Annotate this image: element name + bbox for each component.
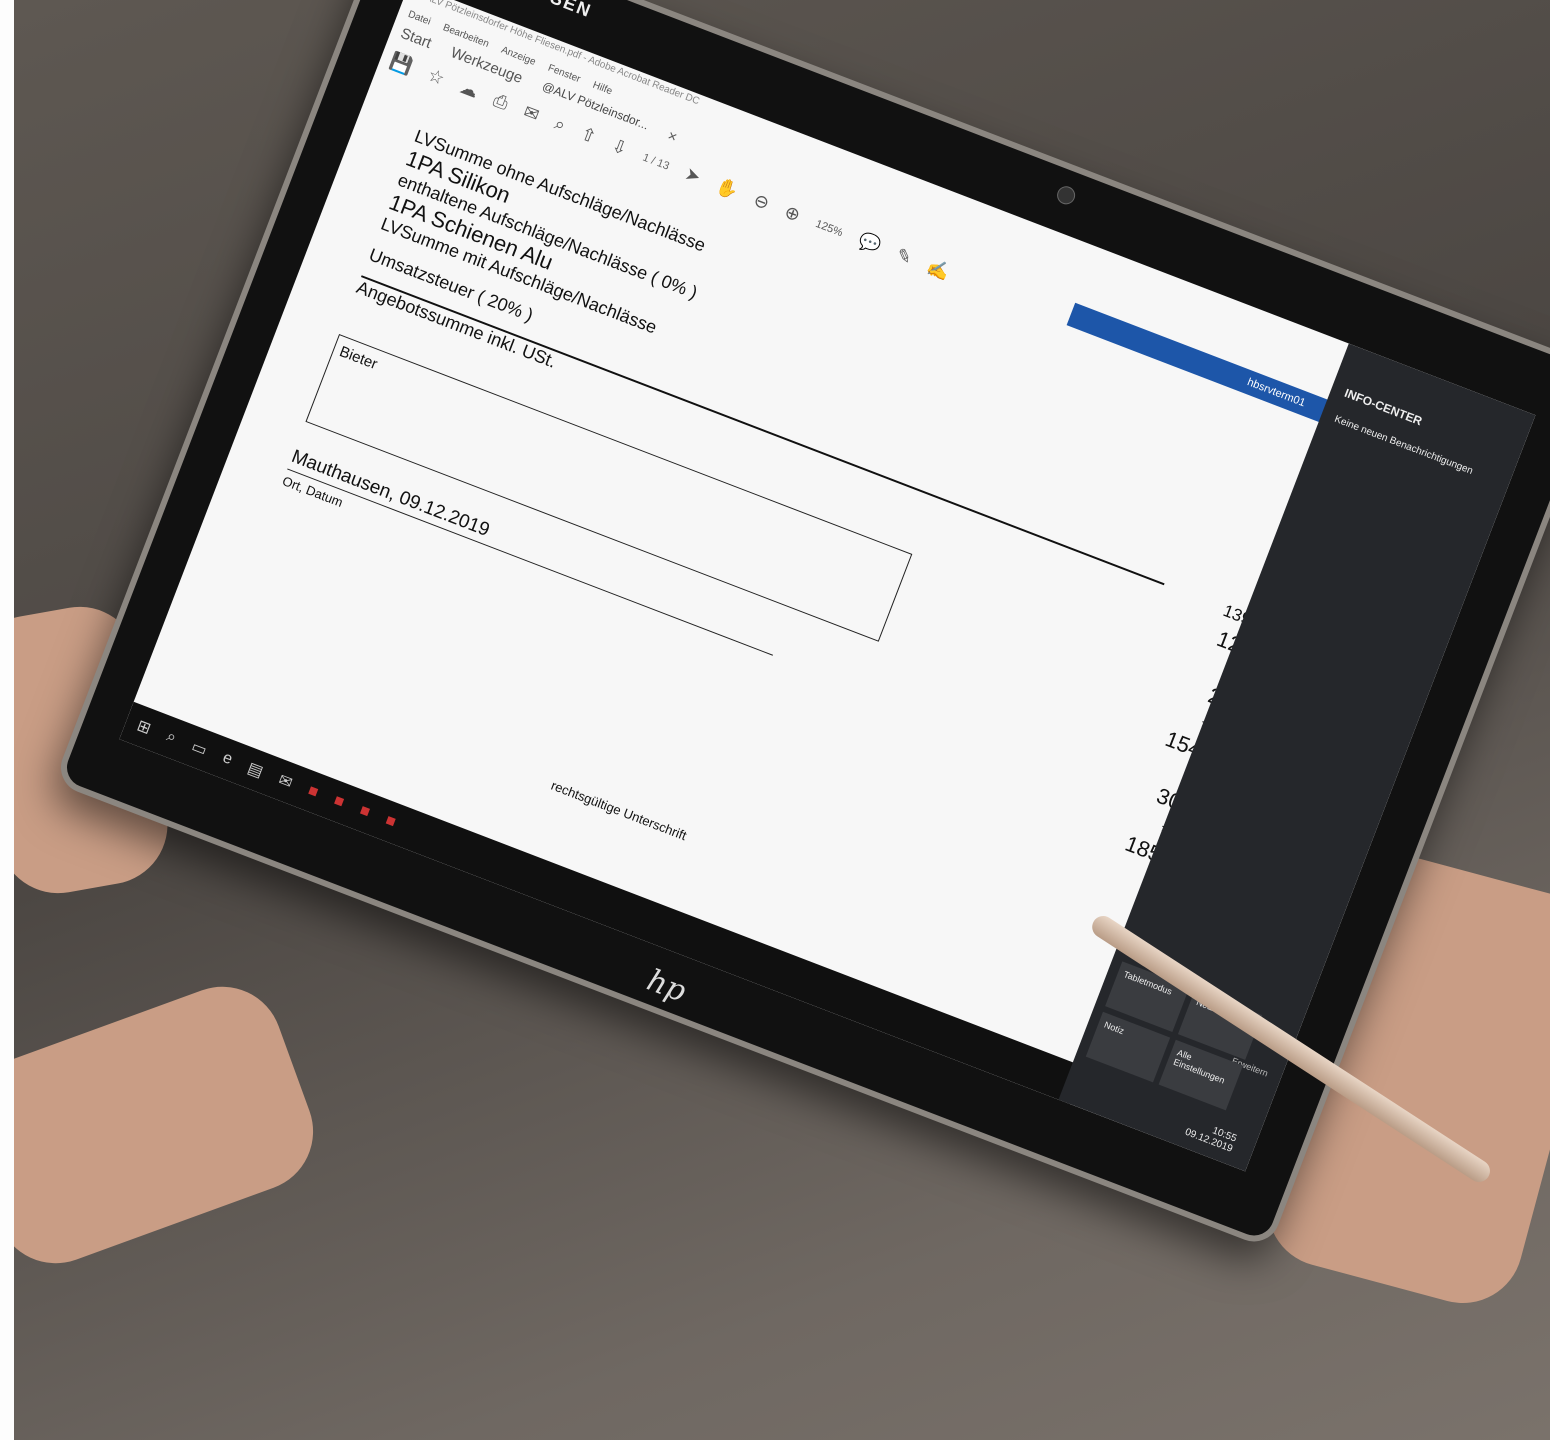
task-view-icon[interactable]: ▭ [189,736,210,760]
star-icon[interactable]: ☆ [425,65,447,90]
app-icon-3[interactable]: ■ [357,802,372,822]
comment-icon[interactable]: 💬 [855,230,884,258]
camera-icon [1054,183,1078,207]
search-icon[interactable]: ⌕ [551,113,569,136]
close-tab-icon[interactable]: × [665,127,679,146]
pointer-icon[interactable]: ➤ [682,163,703,188]
mail-icon[interactable]: ✉ [521,101,542,126]
page-footer: - Seite 1/13 - [496,971,571,1013]
zoom-out-icon[interactable]: ⊖ [751,190,772,215]
save-icon[interactable]: 💾 [387,50,415,78]
cloud-upload-icon[interactable]: ☁ [457,77,481,103]
zoom-level[interactable]: 125% [814,217,845,238]
search-taskbar-icon[interactable]: ⌕ [164,728,178,748]
tablet-screen: @ALV Pötzleinsdorfer Höhe Fliesen.pdf - … [119,0,1536,1172]
pdf-document: LVSumme ohne Aufschläge/Nachlässe 1PA Si… [280,126,1306,1012]
edge-icon[interactable]: e [220,749,234,769]
bidder-label: Bieter [337,343,380,373]
sign-icon[interactable]: ✍ [924,256,952,284]
outlook-icon[interactable]: ✉ [276,770,296,793]
pen-icon[interactable]: ✎ [893,244,915,269]
page-navigator[interactable]: 1 / 13 [641,151,671,172]
app-icon-1[interactable]: ■ [305,782,321,802]
page-down-icon[interactable]: ⇩ [609,135,630,160]
signature-label: rechtsgültige Unterschrift [549,777,689,844]
system-clock[interactable]: 10:55 09.12.2019 [1183,1116,1238,1155]
page-total: / 13 [649,154,672,173]
hp-logo: hp [642,962,691,1010]
zoom-in-icon[interactable]: ⊕ [781,201,803,226]
print-icon[interactable]: ⎙ [490,90,512,115]
explorer-icon[interactable]: ▤ [245,758,266,782]
hand-icon[interactable]: ✋ [713,175,741,203]
page-up-icon[interactable]: ⇧ [578,123,599,148]
app-icon-2[interactable]: ■ [331,792,346,812]
start-icon[interactable]: ⊞ [134,715,154,738]
photo-scene: BANG & OLUFSEN hp @ALV Pötzleinsdorfer H… [14,0,1550,1440]
tab-start[interactable]: Start [398,25,434,52]
acrobat-icon[interactable]: ■ [383,812,398,832]
left-hand-lower [14,969,330,1281]
